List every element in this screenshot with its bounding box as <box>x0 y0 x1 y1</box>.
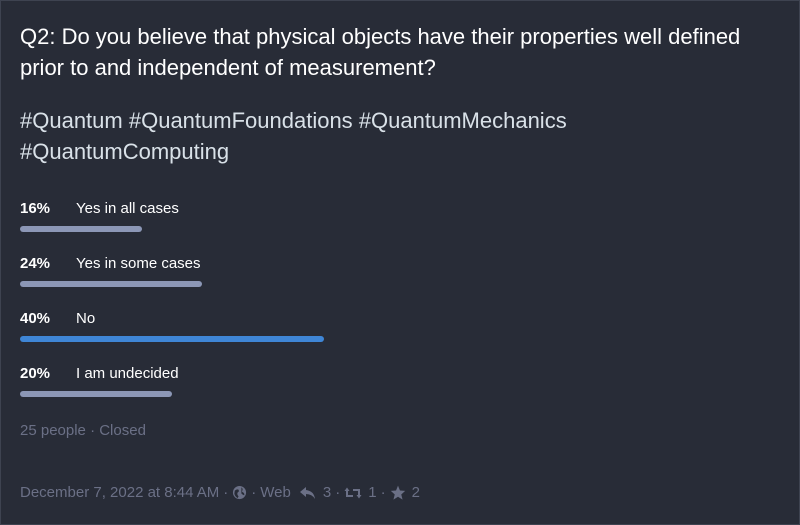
status-meta: December 7, 2022 at 8:44 AM · · Web 3 · <box>20 484 420 501</box>
poll-option: 24% Yes in some cases <box>20 251 780 306</box>
separator-dot: · <box>251 484 257 501</box>
poll-option-percent: 24% <box>20 255 51 272</box>
poll-option-label: Yes in all cases <box>76 200 179 217</box>
hashtag-link[interactable]: #QuantumFoundations <box>129 108 353 133</box>
poll-option-label: Yes in some cases <box>76 255 201 272</box>
poll-option-bar <box>20 391 172 397</box>
hashtag-link[interactable]: #Quantum <box>20 108 123 133</box>
poll-option-percent: 20% <box>20 365 51 382</box>
poll-option: 40% No <box>20 306 780 361</box>
poll-option-bar <box>20 336 324 342</box>
hashtag-link[interactable]: #QuantumMechanics <box>359 108 567 133</box>
poll-option: 20% I am undecided <box>20 361 780 416</box>
poll-option-label: No <box>76 310 96 327</box>
poll-option-percent: 16% <box>20 200 51 217</box>
poll-option-bar <box>20 226 142 232</box>
status-timestamp-link[interactable]: December 7, 2022 at 8:44 AM <box>20 484 219 501</box>
globe-icon <box>232 485 247 500</box>
status-question: Q2: Do you believe that physical objects… <box>20 24 741 80</box>
favourites-count: 2 <box>411 484 420 501</box>
hashtags: #Quantum #QuantumFoundations #QuantumMec… <box>20 105 790 167</box>
status-card: Q2: Do you believe that physical objects… <box>0 0 800 525</box>
boost-icon[interactable] <box>344 486 362 500</box>
poll: 16% Yes in all cases 24% Yes in some cas… <box>20 196 780 416</box>
boosts-count: 1 <box>368 484 377 501</box>
hashtag-link[interactable]: #QuantumComputing <box>20 139 229 164</box>
poll-option-label: I am undecided <box>76 365 179 382</box>
reply-icon[interactable] <box>299 486 317 500</box>
separator-dot: · <box>380 484 386 501</box>
separator-dot: · <box>335 484 341 501</box>
poll-option-percent: 40% <box>20 310 51 327</box>
star-icon[interactable] <box>390 485 406 500</box>
poll-option: 16% Yes in all cases <box>20 196 780 251</box>
poll-option-bar <box>20 281 202 287</box>
replies-count: 3 <box>322 484 332 501</box>
application-name: Web <box>260 484 291 501</box>
poll-footer: 25 people · Closed <box>20 422 146 439</box>
separator-dot: · <box>223 484 229 501</box>
